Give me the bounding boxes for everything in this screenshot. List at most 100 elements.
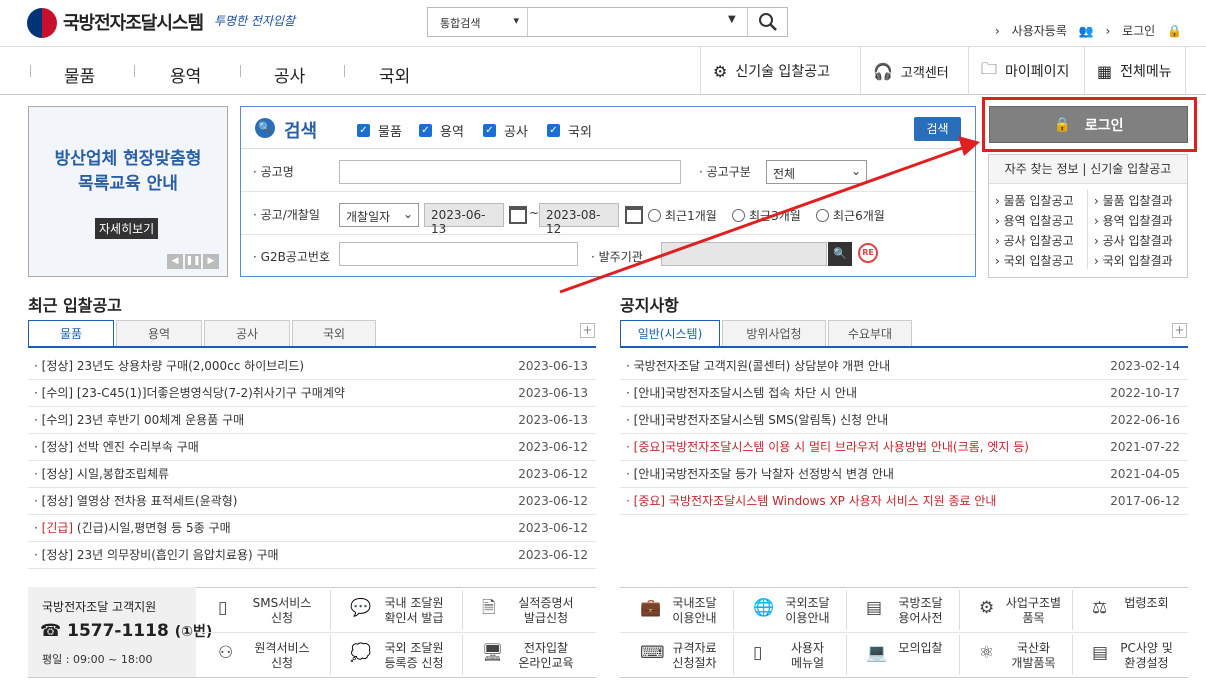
customer-center-link[interactable]: 🎧 고객센터: [860, 47, 968, 95]
banner-more-button[interactable]: 자세히보기: [95, 218, 159, 239]
search-dropdown-icon[interactable]: ▼: [728, 14, 736, 25]
date-kind-select[interactable]: 개찰일자 ⌄: [339, 203, 419, 227]
quick-link[interactable]: ▤ PC사양 및 환경설정: [1072, 640, 1185, 680]
quick-link[interactable]: ⚙ 사업구조별 품목: [959, 595, 1072, 635]
search-icon: 🔍: [255, 118, 275, 138]
quick-link[interactable]: ▯ SMS서비스 신청: [198, 595, 330, 635]
calendar-icon[interactable]: [509, 206, 527, 224]
quick-link-line1: 규격자료: [672, 641, 717, 655]
radio-1-month[interactable]: 최근1개월: [648, 207, 717, 224]
notice-row[interactable]: · [안내]국방전자조달시스템 접속 차단 시 안내 2022-10-17: [620, 380, 1188, 407]
bids-tab-foreign[interactable]: 국외: [292, 320, 376, 347]
all-menu-link[interactable]: ▦ 전체메뉴: [1084, 47, 1186, 95]
pause-icon[interactable]: ❚❚: [185, 254, 201, 269]
bid-row[interactable]: · [정상] 선박 엔진 수리부속 구매 2023-06-12: [28, 434, 596, 461]
fav-right-2[interactable]: › 공사 입찰결과: [1094, 232, 1173, 249]
nav-services[interactable]: 용역: [170, 62, 201, 87]
label-bid-name: · 공고명: [253, 165, 294, 179]
my-page-link[interactable]: 🗀 마이페이지: [968, 47, 1084, 95]
bid-row[interactable]: · [정상] 열영상 전차용 표적세트(윤곽형) 2023-06-12: [28, 488, 596, 515]
quick-link[interactable]: 💼 국내조달 이용안내: [620, 595, 733, 635]
check-foreign[interactable]: ✓ 국외: [547, 121, 592, 140]
next-icon[interactable]: ▶: [203, 254, 219, 269]
notice-row[interactable]: · [안내]국방전자조달 등가 낙찰자 선정방식 변경 안내 2021-04-05: [620, 461, 1188, 488]
notices-tab-dapa[interactable]: 방위사업청: [722, 320, 826, 347]
search-input[interactable]: [529, 8, 749, 36]
quick-link-line2: 이용안내: [672, 611, 717, 625]
quick-link[interactable]: 🖥 전자입찰 온라인교육: [462, 640, 594, 680]
g2b-number-input[interactable]: [339, 242, 578, 266]
notices-tab-units[interactable]: 수요부대: [828, 320, 912, 347]
notice-row[interactable]: · [중요] 국방전자조달시스템 Windows XP 사용자 서비스 지원 종…: [620, 488, 1188, 515]
bid-row-title: · [정상] 열영상 전차용 표적세트(윤곽형): [34, 494, 238, 508]
search-submit-button[interactable]: 검색: [914, 117, 961, 141]
register-link[interactable]: › 사용자등록 👥: [995, 24, 1094, 38]
quick-link[interactable]: 💻 모의입찰: [846, 640, 959, 680]
org-input[interactable]: [661, 242, 827, 266]
search-scope-select[interactable]: 통합검색 ▾: [428, 8, 528, 36]
notices-more-icon[interactable]: +: [1172, 323, 1187, 338]
bid-row[interactable]: · [수의] [23-C45(1)]더좋은병영식당(7-2)취사기구 구매계약 2…: [28, 380, 596, 407]
quick-link[interactable]: ▤ 국방조달 용어사전: [846, 595, 959, 635]
quick-link-label: 사용자 메뉴얼: [773, 641, 842, 671]
bids-more-icon[interactable]: +: [580, 323, 595, 338]
bids-tab-construction[interactable]: 공사: [204, 320, 290, 347]
fav-right-0[interactable]: › 물품 입찰결과: [1094, 192, 1173, 209]
quick-link[interactable]: 💬 국내 조달원 확인서 발급: [330, 595, 462, 635]
bid-row[interactable]: · [정상] 23년도 상용차량 구매(2,000cc 하이브리드) 2023-0…: [28, 353, 596, 380]
nav-foreign[interactable]: 국외: [379, 62, 410, 87]
bid-type-select[interactable]: 전체 ⌄: [766, 160, 867, 184]
calendar-icon[interactable]: [625, 206, 643, 224]
org-search-button[interactable]: 🔍: [828, 242, 852, 266]
radio-6-month[interactable]: 최근6개월: [816, 207, 885, 224]
quick-link[interactable]: 🌐 국외조달 이용안내: [733, 595, 846, 635]
fav-left-1[interactable]: › 용역 입찰공고: [995, 212, 1074, 229]
bid-row[interactable]: · [수의] 23년 후반기 00체계 운용품 구매 2023-06-13: [28, 407, 596, 434]
radio-3-month[interactable]: 최근3개월: [732, 207, 801, 224]
notices-tab-general[interactable]: 일반(시스템): [620, 320, 720, 347]
quick-link[interactable]: ▯ 사용자 메뉴얼: [733, 640, 846, 680]
bid-row[interactable]: · [긴급] (긴급)시일,평면형 등 5종 구매 2023-06-12: [28, 515, 596, 542]
check-construction[interactable]: ✓ 공사: [483, 121, 528, 140]
fav-left-2[interactable]: › 공사 입찰공고: [995, 232, 1074, 249]
fav-right-1[interactable]: › 용역 입찰결과: [1094, 212, 1173, 229]
quick-link[interactable]: ⚇ 원격서비스 신청: [198, 640, 330, 680]
notice-row[interactable]: · 국방전자조달 고객지원(콜센터) 상담분야 개편 안내 2023-02-14: [620, 353, 1188, 380]
prev-icon[interactable]: ◀: [167, 254, 183, 269]
quick-link[interactable]: ⚖ 법령조회: [1072, 595, 1185, 635]
reset-icon[interactable]: RE: [858, 243, 878, 263]
login-button[interactable]: 🔒 로그인: [989, 106, 1188, 143]
site-logo-icon[interactable]: [27, 8, 57, 38]
bids-tab-services[interactable]: 용역: [116, 320, 202, 347]
nav-construction[interactable]: 공사: [274, 62, 305, 87]
fav-left-0[interactable]: › 물품 입찰공고: [995, 192, 1074, 209]
bid-name-input[interactable]: [339, 160, 681, 184]
label-date-text: 공고/개찰일: [260, 208, 320, 222]
search-button[interactable]: [747, 8, 787, 36]
check-services[interactable]: ✓ 용역: [419, 121, 464, 140]
quick-link[interactable]: 🗎 실적증명서 발급신청: [462, 595, 594, 635]
label-g2b: · G2B공고번호: [253, 250, 330, 264]
bids-tab-goods[interactable]: 물품: [28, 320, 114, 347]
label-org: · 발주기관: [591, 250, 643, 264]
quick-link-label: 국외조달 이용안내: [773, 596, 842, 626]
check-goods[interactable]: ✓ 물품: [357, 121, 402, 140]
login-link[interactable]: › 로그인 🔒: [1105, 24, 1182, 38]
fav-right-3[interactable]: › 국외 입찰결과: [1094, 252, 1173, 269]
nav-goods[interactable]: 물품: [64, 62, 95, 87]
notice-row[interactable]: · [안내]국방전자조달시스템 SMS(알림톡) 신청 안내 2022-06-16: [620, 407, 1188, 434]
new-tech-bid-link[interactable]: ⚙ 신기술 입찰공고: [700, 47, 860, 95]
quick-link[interactable]: ⌨ 규격자료 신청절차: [620, 640, 733, 680]
bid-row[interactable]: · [정상] 23년 의무장비(흡인기 음압치료용) 구매 2023-06-12: [28, 542, 596, 569]
site-title[interactable]: 국방전자조달시스템: [63, 9, 204, 35]
date-from-input[interactable]: 2023-06-13: [424, 203, 504, 236]
date-to-input[interactable]: 2023-08-12: [539, 203, 619, 236]
bid-row[interactable]: · [정상] 시일,봉합조립체류 2023-06-12: [28, 461, 596, 488]
fav-left-3[interactable]: › 국외 입찰공고: [995, 252, 1074, 269]
quick-link[interactable]: ⚛ 국산화 개발품목: [959, 640, 1072, 680]
quick-link[interactable]: 💭 국외 조달원 등록증 신청: [330, 640, 462, 680]
bid-row-date: 2023-06-12: [518, 494, 588, 508]
promo-banner[interactable]: 방산업체 현장맞춤형 목록교육 안내 자세히보기 ◀ ❚❚ ▶: [28, 106, 228, 277]
notice-row[interactable]: · [중요]국방전자조달시스템 이용 시 멀티 브라우저 사용방법 안내(크롬,…: [620, 434, 1188, 461]
quick-link-line2: 개발품목: [1011, 656, 1056, 670]
